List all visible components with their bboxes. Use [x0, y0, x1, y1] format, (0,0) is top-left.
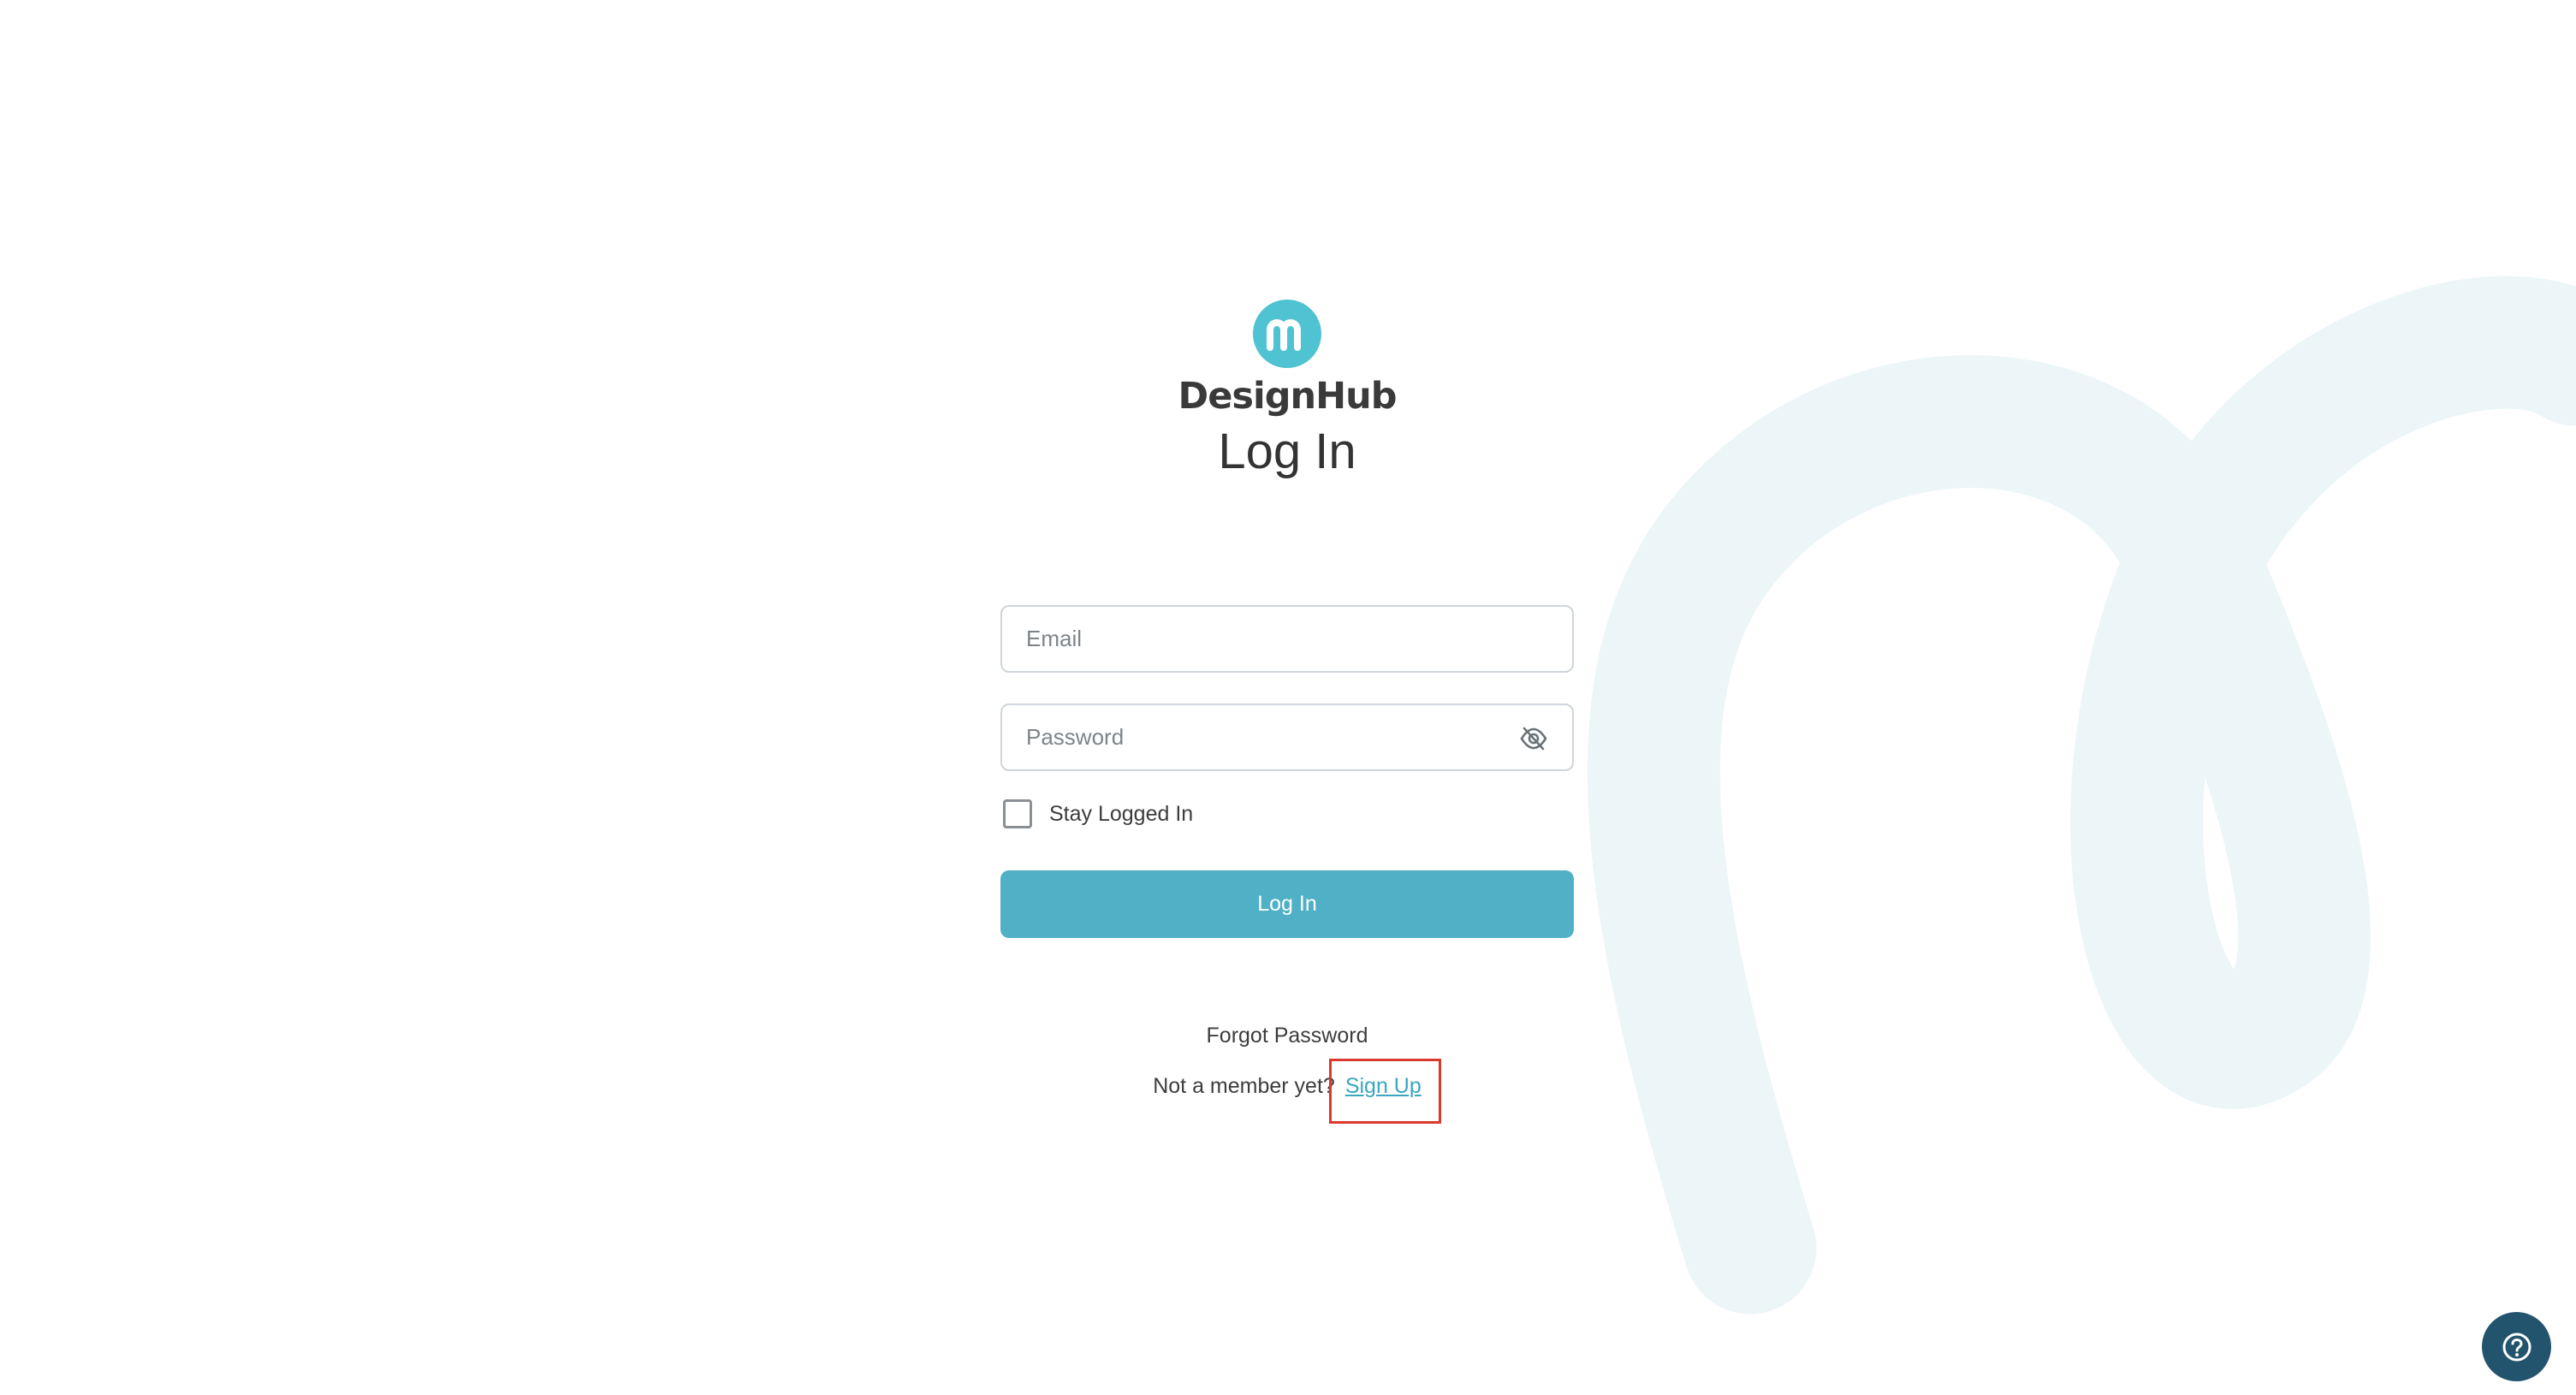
highlight-box	[1329, 1059, 1441, 1124]
stay-logged-in-label[interactable]: Stay Logged In	[1049, 802, 1193, 827]
brand-block: DesignHub Log In	[1113, 300, 1462, 480]
email-input[interactable]	[1002, 607, 1572, 671]
forgot-password-link[interactable]: Forgot Password	[1113, 1024, 1462, 1048]
eye-off-icon[interactable]	[1519, 724, 1548, 753]
login-button[interactable]: Log In	[1000, 870, 1574, 938]
stay-logged-in-row[interactable]: Stay Logged In	[1003, 799, 1193, 828]
not-member-text: Not a member yet?	[1153, 1074, 1335, 1098]
stay-logged-in-checkbox[interactable]	[1003, 799, 1032, 828]
help-button[interactable]	[2482, 1312, 2551, 1381]
designhub-logo-icon	[1253, 300, 1321, 368]
email-field[interactable]	[1000, 605, 1574, 673]
page-title: Log In	[1218, 424, 1356, 479]
login-page: DesignHub Log In Stay Logged In Log In F…	[0, 0, 2576, 1395]
help-icon	[2502, 1333, 2531, 1361]
password-input[interactable]	[1002, 705, 1572, 769]
brand-name: DesignHub	[1178, 375, 1398, 418]
password-field[interactable]	[1000, 703, 1574, 771]
background-swirl-decoration	[1587, 276, 2576, 1315]
